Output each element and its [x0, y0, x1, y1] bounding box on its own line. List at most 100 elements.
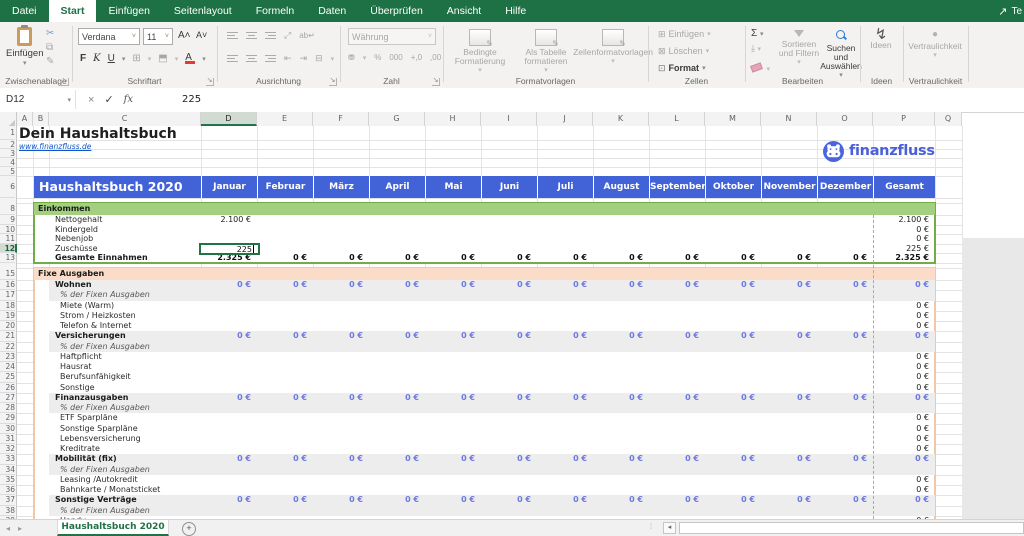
column-header-A[interactable]: A: [17, 112, 33, 126]
column-header-I[interactable]: I: [481, 112, 537, 126]
row-header-22[interactable]: 22: [0, 342, 15, 352]
column-header-F[interactable]: F: [313, 112, 369, 126]
insert-function-icon[interactable]: fx: [124, 94, 133, 105]
sheet-grid[interactable]: 1234568910111213151617181920212223242526…: [0, 126, 1024, 519]
copy-icon[interactable]: ⧉: [46, 42, 54, 53]
column-header-N[interactable]: N: [761, 112, 817, 126]
row-header-24[interactable]: 24: [0, 362, 15, 372]
orientation-icon[interactable]: ⤢: [284, 30, 291, 41]
sensitivity-button[interactable]: ● Vertraulichkeit▾: [905, 30, 965, 60]
row-header-1[interactable]: 1: [0, 126, 15, 140]
column-header-E[interactable]: E: [257, 112, 313, 126]
row-header-8[interactable]: 8: [0, 203, 15, 215]
formula-input[interactable]: 225: [146, 90, 201, 109]
number-dialog-launcher[interactable]: ↘: [432, 78, 440, 86]
ribbon-tab-hilfe[interactable]: Hilfe: [493, 0, 538, 22]
row-header-20[interactable]: 20: [0, 321, 15, 331]
row-header-26[interactable]: 26: [0, 383, 15, 393]
cell-styles-button[interactable]: Zellenformatvorlagen▾: [581, 29, 645, 66]
row-header-15[interactable]: 15: [0, 268, 15, 280]
ribbon-tab-start[interactable]: Start: [49, 0, 97, 22]
column-header-L[interactable]: L: [649, 112, 705, 126]
enter-icon[interactable]: ✓: [104, 93, 113, 106]
select-all-corner[interactable]: ◢: [0, 112, 17, 126]
column-header-P[interactable]: P: [873, 112, 935, 126]
merge-center-icon[interactable]: ⊟: [315, 53, 323, 64]
row-header-35[interactable]: 35: [0, 475, 15, 485]
format-painter-icon[interactable]: ✎: [46, 56, 54, 67]
sheet-tab-active[interactable]: Haushaltsbuch 2020: [57, 520, 169, 536]
paste-button[interactable]: Einfügen ▾: [6, 27, 44, 67]
row-header-9[interactable]: 9: [0, 215, 15, 225]
row-header-32[interactable]: 32: [0, 444, 15, 454]
clear-icon[interactable]: ▾: [751, 58, 770, 76]
column-header-G[interactable]: G: [369, 112, 425, 126]
decrease-decimal-icon[interactable]: ,00: [430, 53, 441, 62]
row-header-11[interactable]: 11: [0, 234, 15, 244]
number-format-select[interactable]: Währung˅: [348, 28, 436, 45]
underline-button[interactable]: U: [108, 53, 115, 64]
row-header-34[interactable]: 34: [0, 465, 15, 475]
italic-button[interactable]: K: [93, 53, 100, 64]
find-select-button[interactable]: Suchen und Auswählen▾: [821, 30, 861, 80]
column-header-C[interactable]: C: [49, 112, 201, 126]
align-center-icon[interactable]: [246, 53, 257, 64]
row-header-13[interactable]: 13: [0, 253, 15, 263]
row-header-19[interactable]: 19: [0, 311, 15, 321]
borders-icon[interactable]: ⊞: [132, 53, 140, 64]
font-color-icon[interactable]: A: [185, 53, 195, 64]
ribbon-tab-ansicht[interactable]: Ansicht: [435, 0, 493, 22]
row-header-6[interactable]: 6: [0, 176, 15, 198]
row-header-21[interactable]: 21: [0, 331, 15, 341]
row-header-23[interactable]: 23: [0, 352, 15, 362]
share-area[interactable]: ↗ Te: [998, 0, 1022, 22]
wrap-text-icon[interactable]: ab↵: [299, 31, 315, 40]
active-cell-editor[interactable]: 225: [199, 243, 260, 256]
fill-color-icon[interactable]: ⬒: [158, 53, 167, 64]
cancel-icon[interactable]: ×: [88, 94, 94, 106]
row-header-29[interactable]: 29: [0, 413, 15, 423]
accounting-format-icon[interactable]: ⛃: [348, 53, 355, 62]
increase-decimal-icon[interactable]: +,0: [411, 53, 422, 62]
row-header-37[interactable]: 37: [0, 495, 15, 505]
column-header-J[interactable]: J: [537, 112, 593, 126]
column-header-B[interactable]: B: [33, 112, 49, 126]
align-right-icon[interactable]: [265, 53, 276, 64]
row-header-30[interactable]: 30: [0, 424, 15, 434]
column-header-H[interactable]: H: [425, 112, 481, 126]
row-header-25[interactable]: 25: [0, 372, 15, 382]
row-header-2[interactable]: 2: [0, 140, 15, 149]
format-as-table-button[interactable]: Als Tabelle formatieren▾: [515, 29, 577, 75]
percent-style-icon[interactable]: %: [374, 53, 381, 62]
font-name-select[interactable]: Verdana˅: [78, 28, 140, 45]
shrink-font-button[interactable]: A˅: [196, 30, 207, 40]
column-header-K[interactable]: K: [593, 112, 649, 126]
decrease-indent-icon[interactable]: ⇤: [284, 53, 292, 64]
cut-icon[interactable]: ✂: [46, 28, 54, 39]
name-box[interactable]: D12▾: [0, 90, 76, 109]
hscroll-left-arrow[interactable]: ◂: [663, 522, 676, 534]
format-cells-button[interactable]: ⊡Format▾: [658, 61, 706, 75]
sheet-nav-right-icon[interactable]: ▸: [18, 524, 22, 533]
column-header-D[interactable]: D: [201, 112, 257, 126]
column-header-Q[interactable]: Q: [935, 112, 962, 126]
sort-filter-button[interactable]: Sortieren und Filtern▾: [777, 30, 821, 67]
row-header-31[interactable]: 31: [0, 434, 15, 444]
row-header-18[interactable]: 18: [0, 301, 15, 311]
row-header-3[interactable]: 3: [0, 149, 15, 158]
finanzfluss-link[interactable]: www.finanzfluss.de: [19, 142, 91, 151]
row-header-28[interactable]: 28: [0, 403, 15, 413]
row-header-4[interactable]: 4: [0, 158, 15, 167]
insert-cells-button[interactable]: ⊞Einfügen▾: [658, 27, 711, 41]
ribbon-tab-seitenlayout[interactable]: Seitenlayout: [162, 0, 244, 22]
align-left-icon[interactable]: [227, 53, 238, 64]
row-header-27[interactable]: 27: [0, 393, 15, 403]
add-sheet-button[interactable]: +: [182, 522, 196, 536]
scrollbar-resize-handle[interactable]: ⁞: [650, 522, 653, 531]
ribbon-tab-datei[interactable]: Datei: [0, 0, 49, 22]
row-header-5[interactable]: 5: [0, 167, 15, 176]
increase-indent-icon[interactable]: ⇥: [300, 53, 308, 64]
alignment-dialog-launcher[interactable]: ↘: [329, 78, 337, 86]
align-middle-icon[interactable]: [246, 30, 257, 41]
align-top-icon[interactable]: [227, 30, 238, 41]
